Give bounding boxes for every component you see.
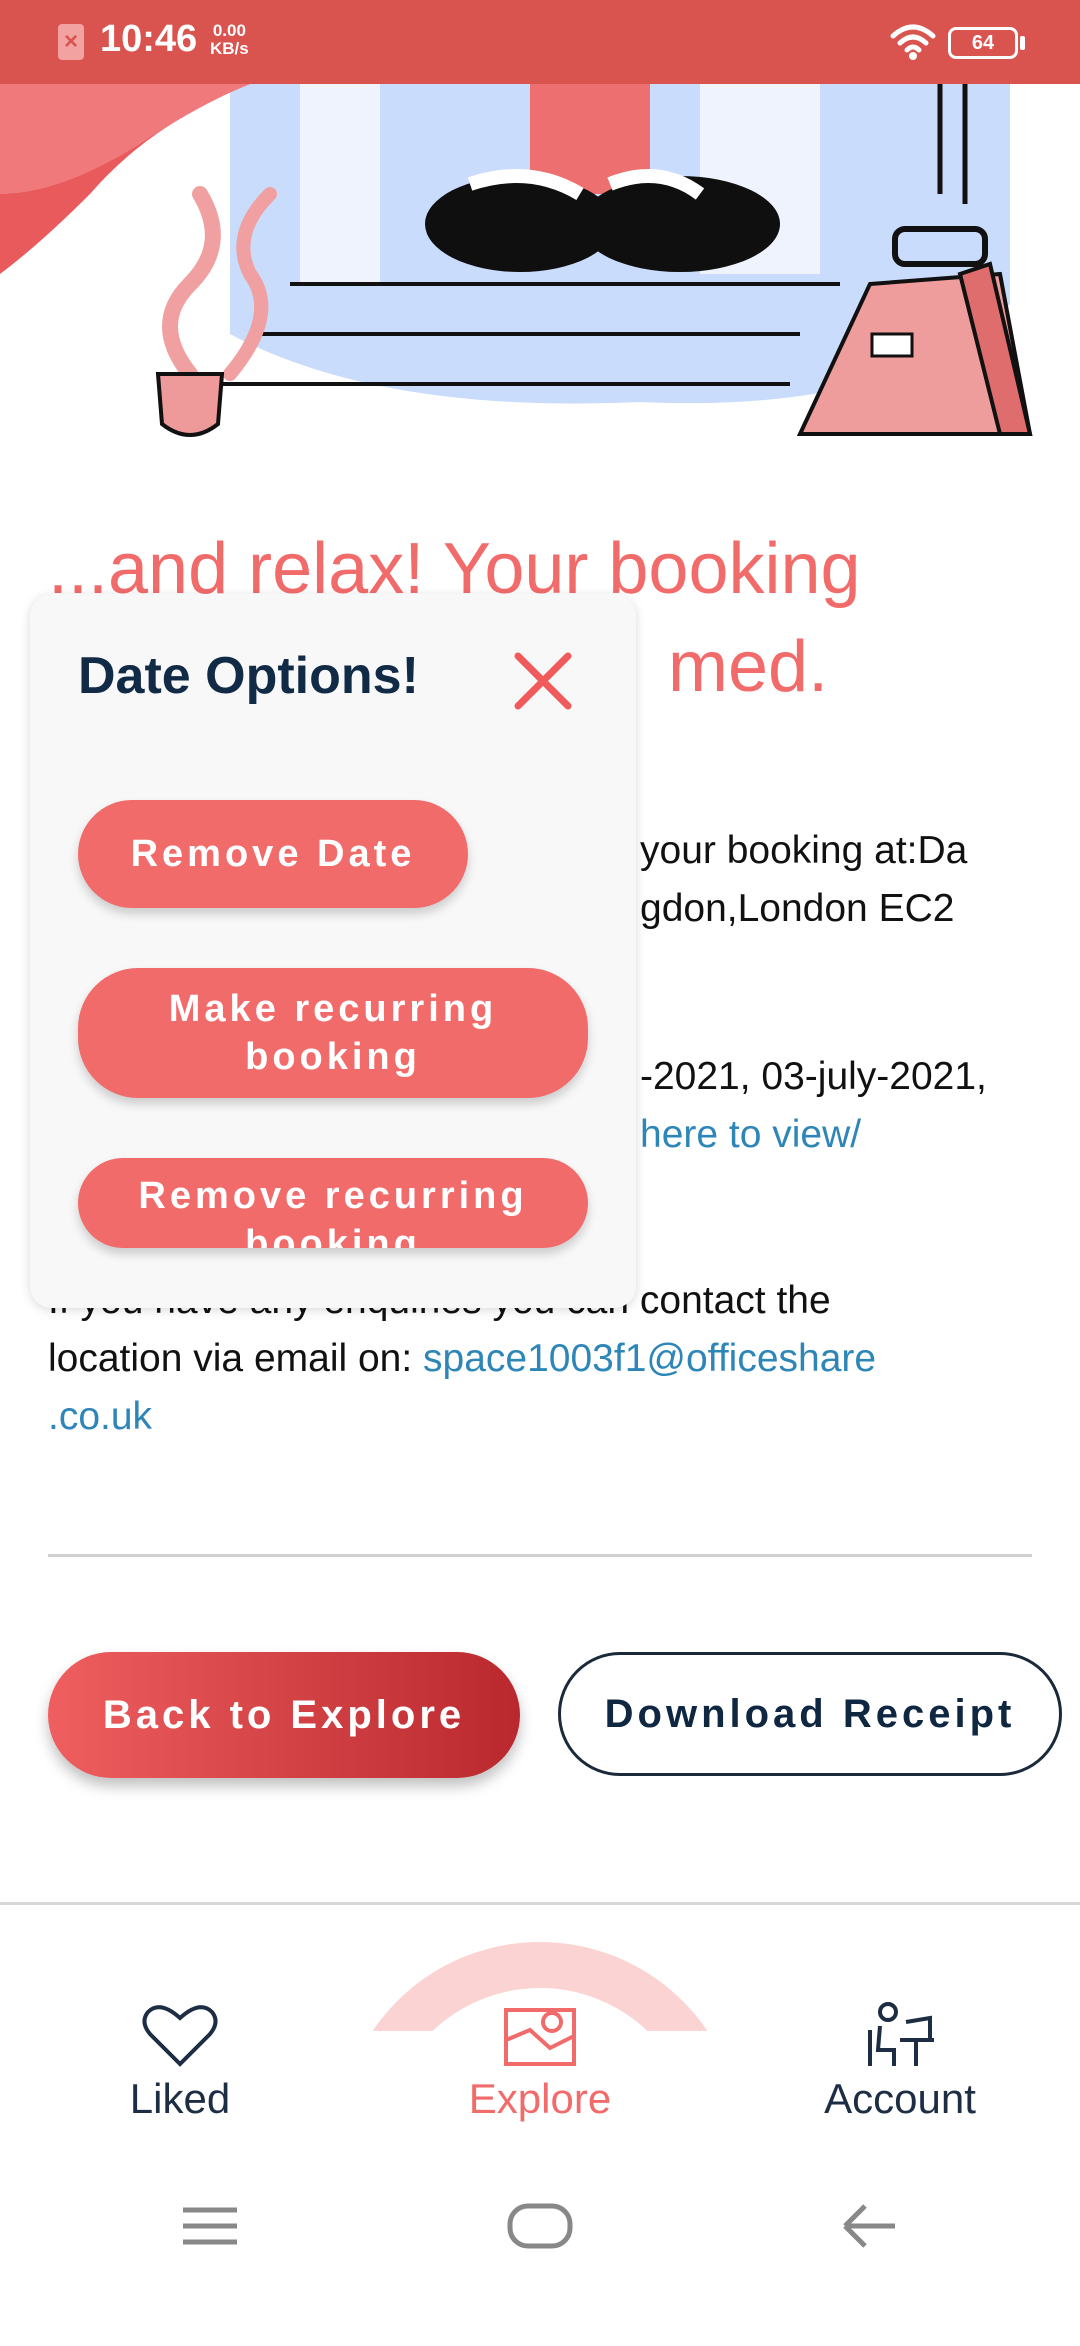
make-recurring-booking-button[interactable]: Make recurring booking bbox=[78, 968, 588, 1098]
status-bar: × 10:46 0.00 KB/s 64 bbox=[0, 0, 1080, 84]
map-explore-icon bbox=[504, 2008, 576, 2066]
remove-date-button[interactable]: Remove Date bbox=[78, 800, 468, 908]
contact-line-2: location via email on: space1003f1@offic… bbox=[48, 1330, 1048, 1388]
nav-explore[interactable]: Explore bbox=[460, 2000, 620, 2123]
notification-error-icon: × bbox=[58, 24, 84, 60]
contact-email-link[interactable]: space1003f1@officeshare bbox=[423, 1337, 876, 1380]
home-icon[interactable] bbox=[507, 2203, 573, 2249]
booking-dates-text: -2021, 03-july-2021, here to view/ bbox=[640, 1048, 987, 1164]
nav-liked-label: Liked bbox=[129, 2075, 231, 2122]
network-speed: 0.00 KB/s bbox=[210, 22, 249, 58]
nav-liked[interactable]: Liked bbox=[110, 2000, 250, 2123]
hero-illustration bbox=[0, 84, 1080, 464]
content-divider bbox=[48, 1554, 1032, 1557]
back-to-explore-button[interactable]: Back to Explore bbox=[48, 1652, 520, 1778]
remove-recurring-booking-button[interactable]: Remove recurring booking bbox=[78, 1158, 588, 1248]
menu-icon[interactable] bbox=[183, 2207, 237, 2245]
nav-explore-label: Explore bbox=[468, 2075, 612, 2122]
desk-person-icon bbox=[868, 2002, 934, 2066]
network-speed-value: 0.00 bbox=[212, 21, 246, 40]
contact-email-link-tail[interactable]: .co.uk bbox=[48, 1388, 1048, 1446]
system-navigation-bar bbox=[0, 2168, 1080, 2280]
dialog-title: Date Options! bbox=[78, 647, 419, 705]
booking-location-text: your booking at:Da gdon,London EC2 bbox=[640, 822, 967, 938]
battery-icon: 64 bbox=[948, 27, 1018, 59]
date-options-dialog: Date Options! Remove Date Make recurring… bbox=[30, 594, 636, 1308]
close-icon[interactable] bbox=[508, 646, 578, 716]
network-speed-unit: KB/s bbox=[210, 39, 249, 58]
battery-tip bbox=[1020, 36, 1025, 50]
heart-icon bbox=[142, 2005, 218, 2067]
relax-illustration bbox=[0, 84, 1033, 437]
status-time: 10:46 bbox=[100, 18, 198, 60]
wifi-icon bbox=[890, 24, 936, 60]
nav-account-label: Account bbox=[824, 2075, 976, 2122]
contact-prefix: location via email on: bbox=[48, 1337, 424, 1380]
booking-location-line-2: gdon,London EC2 bbox=[640, 887, 955, 930]
download-receipt-button[interactable]: Download Receipt bbox=[558, 1652, 1062, 1776]
view-booking-link[interactable]: here to view/ bbox=[640, 1106, 987, 1164]
bottom-nav-divider bbox=[0, 1902, 1080, 1905]
nav-account[interactable]: Account bbox=[800, 2000, 1000, 2123]
booking-dates-line-1: -2021, 03-july-2021, bbox=[640, 1055, 987, 1098]
back-icon[interactable] bbox=[843, 2204, 895, 2248]
booking-location-line-1: your booking at:Da bbox=[640, 829, 968, 872]
